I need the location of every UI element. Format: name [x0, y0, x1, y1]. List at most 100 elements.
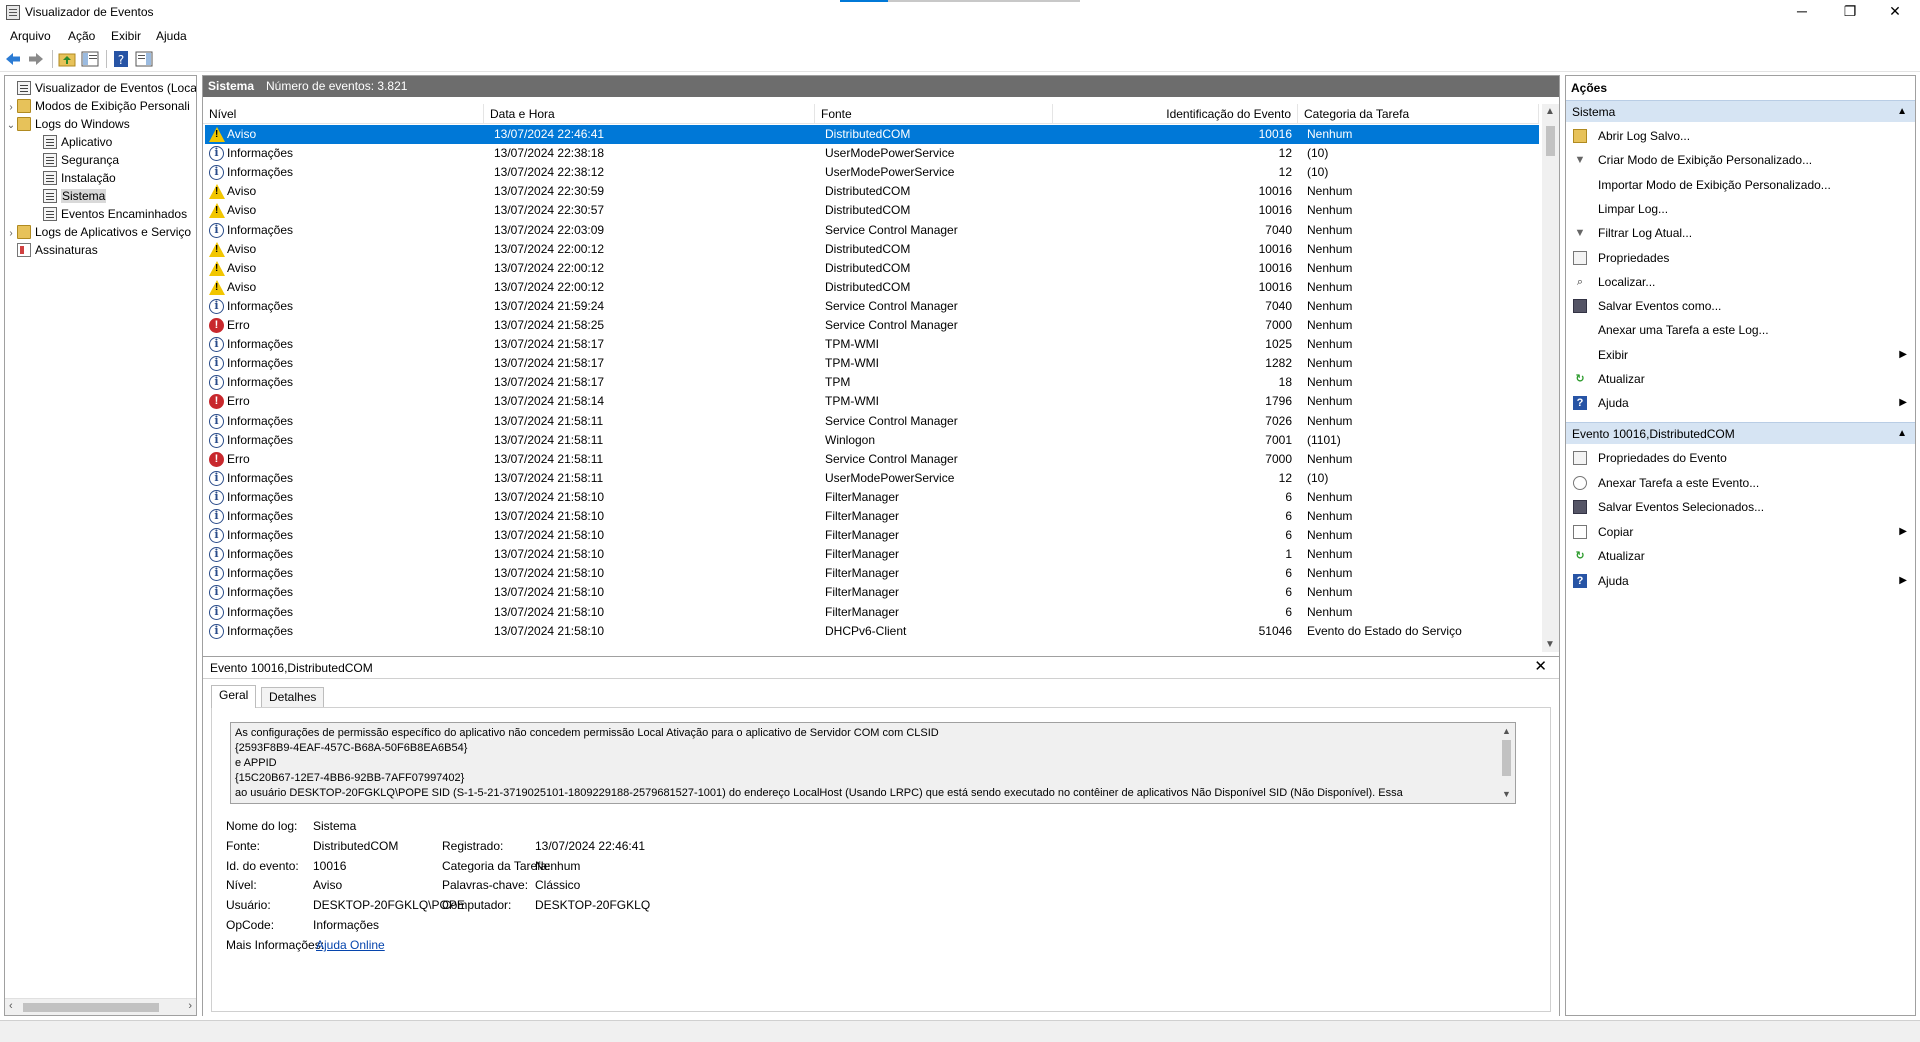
action-item[interactable]: Copiar ▶	[1566, 520, 1915, 544]
collapse-caret-icon[interactable]: ▲	[1897, 423, 1907, 445]
action-item[interactable]: Importar Modo de Exibição Personalizado.…	[1566, 173, 1915, 197]
column-header-datetime[interactable]: Data e Hora	[484, 104, 815, 124]
scroll-thumb[interactable]	[1546, 126, 1555, 156]
action-item[interactable]: ? Ajuda ▶	[1566, 569, 1915, 593]
menu-arquivo[interactable]: Arquivo	[8, 26, 53, 46]
back-arrow-icon[interactable]	[4, 50, 22, 68]
online-help-link[interactable]: Ajuda Online	[316, 938, 385, 952]
forward-arrow-icon[interactable]	[27, 50, 45, 68]
table-row[interactable]: Aviso 13/07/2024 22:46:41 DistributedCOM 10…	[205, 125, 1539, 144]
table-row[interactable]: Aviso 13/07/2024 22:00:12 DistributedCOM 10…	[205, 240, 1539, 259]
tree-item[interactable]: Aplicativo	[31, 133, 112, 151]
tree-item[interactable]: Segurança	[31, 151, 119, 169]
tree-item[interactable]: Eventos Encaminhados	[31, 205, 187, 223]
table-row[interactable]: i Informações 13/07/2024 21:58:11 UserModeP…	[205, 469, 1539, 488]
action-item[interactable]: Anexar uma Tarefa a este Log...	[1566, 318, 1915, 342]
column-header-event-id[interactable]: Identificação do Evento	[1053, 104, 1298, 124]
table-row[interactable]: ! Erro 13/07/2024 21:58:25 Service Control …	[205, 316, 1539, 335]
scroll-up-arrow-icon[interactable]: ▲	[1502, 724, 1511, 739]
table-row[interactable]: i Informações 13/07/2024 21:58:11 Service C…	[205, 412, 1539, 431]
scroll-down-arrow-icon[interactable]: ▼	[1545, 639, 1555, 650]
tree-item[interactable]: › Modos de Exibição Personali	[5, 97, 190, 115]
action-item[interactable]: Abrir Log Salvo...	[1566, 124, 1915, 148]
close-button[interactable]: ✕	[1872, 0, 1918, 22]
event-description[interactable]: As configurações de permissão específico…	[230, 722, 1516, 804]
action-item[interactable]: Anexar Tarefa a este Evento...	[1566, 471, 1915, 495]
description-scrollbar[interactable]: ▲ ▼	[1498, 723, 1515, 803]
column-header-level[interactable]: Nível	[203, 104, 484, 124]
scroll-thumb[interactable]	[23, 1003, 159, 1012]
scroll-up-arrow-icon[interactable]: ▲	[1545, 106, 1555, 117]
tab-detalhes[interactable]: Detalhes	[261, 687, 325, 707]
table-row[interactable]: i Informações 13/07/2024 21:58:10 FilterMan…	[205, 526, 1539, 545]
close-detail-icon[interactable]: ✕	[1534, 659, 1547, 675]
actions-section-event[interactable]: Evento 10016,DistributedCOM ▲	[1566, 422, 1915, 444]
actions-section-sistema[interactable]: Sistema ▲	[1566, 100, 1915, 122]
tree-item[interactable]: Assinaturas	[5, 241, 98, 259]
table-row[interactable]: i Informações 13/07/2024 22:03:09 Service C…	[205, 221, 1539, 240]
action-label: Salvar Eventos como...	[1598, 299, 1722, 314]
tree-horizontal-scrollbar[interactable]: ‹ ›	[5, 998, 196, 1015]
show-hide-tree-icon[interactable]	[81, 50, 99, 68]
table-row[interactable]: i Informações 13/07/2024 21:58:11 Winlogon 7…	[205, 431, 1539, 450]
menu-ajuda[interactable]: Ajuda	[154, 26, 189, 46]
table-row[interactable]: i Informações 13/07/2024 21:58:10 FilterMan…	[205, 583, 1539, 602]
action-item[interactable]: Exibir ▶	[1566, 343, 1915, 367]
up-folder-icon[interactable]	[58, 50, 76, 68]
table-row[interactable]: i Informações 13/07/2024 21:58:17 TPM-WMI 10…	[205, 335, 1539, 354]
help-icon[interactable]: ?	[112, 50, 130, 68]
menu-exibir[interactable]: Exibir	[109, 26, 143, 46]
scroll-down-arrow-icon[interactable]: ▼	[1502, 787, 1511, 802]
tree-item[interactable]: Sistema	[31, 187, 107, 205]
cell-datetime: 13/07/2024 21:58:11	[494, 432, 604, 447]
action-item[interactable]: Salvar Eventos como...	[1566, 294, 1915, 318]
action-item[interactable]: ⌕ Localizar...	[1566, 270, 1915, 294]
table-row[interactable]: i Informações 13/07/2024 22:38:12 UserModeP…	[205, 163, 1539, 182]
tree-item[interactable]: Visualizador de Eventos (Local)	[5, 79, 196, 97]
scroll-thumb[interactable]	[1502, 740, 1511, 776]
scroll-right-arrow-icon[interactable]: ›	[188, 1000, 192, 1012]
table-row[interactable]: ! Erro 13/07/2024 21:58:11 Service Control …	[205, 450, 1539, 469]
table-row[interactable]: i Informações 13/07/2024 21:59:24 Service C…	[205, 297, 1539, 316]
table-row[interactable]: i Informações 13/07/2024 21:58:17 TPM 18 Nenh…	[205, 373, 1539, 392]
action-item[interactable]: ↻ Atualizar	[1566, 544, 1915, 568]
table-row[interactable]: ! Erro 13/07/2024 21:58:14 TPM-WMI 1796 Nenhu…	[205, 392, 1539, 411]
menu-acao[interactable]: Ação	[66, 26, 97, 46]
action-item[interactable]: Propriedades	[1566, 246, 1915, 270]
action-item[interactable]: ▼ Filtrar Log Atual...	[1566, 221, 1915, 245]
table-row[interactable]: i Informações 13/07/2024 21:58:10 FilterMan…	[205, 507, 1539, 526]
tree-item[interactable]: › Logs de Aplicativos e Serviço	[5, 223, 191, 241]
table-row[interactable]: i Informações 13/07/2024 21:58:10 DHCPv6-Cl…	[205, 622, 1539, 641]
column-header-source[interactable]: Fonte	[815, 104, 1053, 124]
grid-vertical-scrollbar[interactable]: ▲ ▼	[1542, 104, 1559, 652]
cell-datetime: 13/07/2024 22:30:57	[494, 203, 605, 218]
table-row[interactable]: Aviso 13/07/2024 22:30:57 DistributedCOM 10…	[205, 201, 1539, 220]
table-row[interactable]: Aviso 13/07/2024 22:00:12 DistributedCOM 10…	[205, 278, 1539, 297]
column-header-task-category[interactable]: Categoria da Tarefa	[1298, 104, 1539, 124]
table-row[interactable]: i Informações 13/07/2024 21:58:10 FilterMan…	[205, 488, 1539, 507]
minimize-button[interactable]: ─	[1779, 0, 1825, 22]
table-row[interactable]: Aviso 13/07/2024 22:30:59 DistributedCOM 10…	[205, 182, 1539, 201]
action-item[interactable]: ↻ Atualizar	[1566, 367, 1915, 391]
tree-item[interactable]: Instalação	[31, 169, 116, 187]
action-item[interactable]: ▼ Criar Modo de Exibição Personalizado...	[1566, 148, 1915, 172]
action-item[interactable]: ? Ajuda ▶	[1566, 391, 1915, 415]
collapse-caret-icon[interactable]: ▲	[1897, 101, 1907, 123]
action-item[interactable]: Salvar Eventos Selecionados...	[1566, 495, 1915, 519]
table-row[interactable]: i Informações 13/07/2024 22:38:18 UserModeP…	[205, 144, 1539, 163]
table-row[interactable]: i Informações 13/07/2024 21:58:10 FilterMan…	[205, 564, 1539, 583]
show-hide-action-pane-icon[interactable]	[135, 50, 153, 68]
table-row[interactable]: i Informações 13/07/2024 21:58:17 TPM-WMI 12…	[205, 354, 1539, 373]
action-label: Copiar	[1598, 524, 1634, 539]
maximize-button[interactable]: ❐	[1827, 0, 1873, 22]
tab-geral[interactable]: Geral	[211, 685, 257, 708]
expand-arrow-icon[interactable]: ⌄	[5, 117, 17, 135]
action-item[interactable]: Limpar Log...	[1566, 197, 1915, 221]
table-row[interactable]: i Informações 13/07/2024 21:58:10 FilterMan…	[205, 603, 1539, 622]
table-row[interactable]: i Informações 13/07/2024 21:58:10 FilterMan…	[205, 545, 1539, 564]
tree-item[interactable]: ⌄ Logs do Windows	[5, 115, 130, 133]
action-item[interactable]: Propriedades do Evento	[1566, 446, 1915, 470]
table-row[interactable]: Aviso 13/07/2024 22:00:12 DistributedCOM 10…	[205, 259, 1539, 278]
cell-category: Nenhum	[1307, 604, 1353, 619]
scroll-left-arrow-icon[interactable]: ‹	[9, 1000, 13, 1012]
